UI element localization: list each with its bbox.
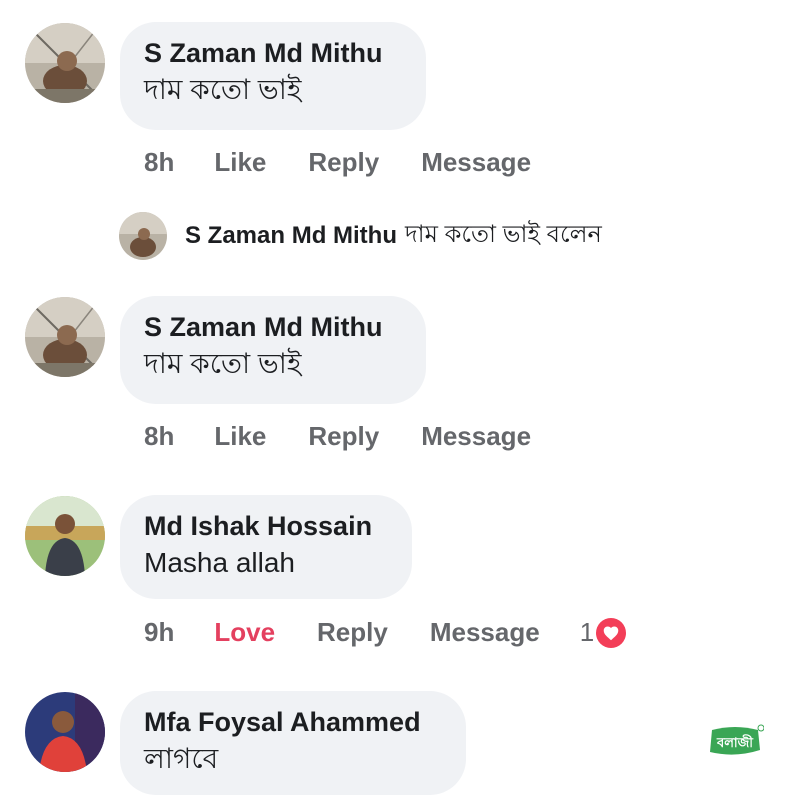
reply-text: দাম কতো ভাই বলেন xyxy=(405,221,602,248)
comment-author[interactable]: S Zaman Md Mithu xyxy=(144,36,402,70)
comment-bubble: S Zaman Md Mithu দাম কতো ভাই xyxy=(120,296,426,404)
profile-photo xyxy=(25,496,105,576)
avatar[interactable] xyxy=(25,496,105,576)
profile-photo xyxy=(25,23,105,103)
profile-photo xyxy=(25,692,105,772)
message-button[interactable]: Message xyxy=(421,147,531,178)
comment-bubble: Mfa Foysal Ahammed লাগবে xyxy=(120,691,466,795)
comment-actions: 8h Like Reply Message xyxy=(144,147,531,178)
message-button[interactable]: Message xyxy=(430,617,540,648)
comment-time[interactable]: 8h xyxy=(144,421,174,452)
profile-photo xyxy=(25,297,105,377)
comment-actions: 9h Love Reply Message 1 xyxy=(144,617,627,648)
reaction-summary[interactable]: 1 xyxy=(579,617,627,648)
like-button[interactable]: Like xyxy=(214,421,266,452)
collapsed-reply[interactable]: S Zaman Md Mithu দাম কতো ভাই বলেন xyxy=(119,212,602,260)
comment-text: Masha allah xyxy=(144,547,295,578)
avatar[interactable] xyxy=(25,297,105,377)
comment-text: দাম কতো ভাই xyxy=(144,348,302,379)
comment-bubble: Md Ishak Hossain Masha allah xyxy=(120,495,412,599)
love-button[interactable]: Love xyxy=(214,617,275,648)
comment-text: লাগবে xyxy=(144,743,219,774)
reply-button[interactable]: Reply xyxy=(308,421,379,452)
brand-logo: বলাজী xyxy=(706,724,765,758)
avatar[interactable] xyxy=(25,23,105,103)
comment-time[interactable]: 8h xyxy=(144,147,174,178)
brand-logo-text: বলাজী xyxy=(716,734,754,751)
reply-button[interactable]: Reply xyxy=(308,147,379,178)
reply-button[interactable]: Reply xyxy=(317,617,388,648)
avatar[interactable] xyxy=(119,212,167,260)
like-button[interactable]: Like xyxy=(214,147,266,178)
comment-author[interactable]: Md Ishak Hossain xyxy=(144,509,388,543)
comment-author[interactable]: Mfa Foysal Ahammed xyxy=(144,705,442,739)
message-button[interactable]: Message xyxy=(421,421,531,452)
reaction-count: 1 xyxy=(579,617,595,647)
heart-icon xyxy=(596,617,627,648)
comment-text: দাম কতো ভাই xyxy=(144,74,302,105)
comment-time[interactable]: 9h xyxy=(144,617,174,648)
profile-photo xyxy=(119,212,167,260)
reply-author[interactable]: S Zaman Md Mithu xyxy=(185,222,397,250)
comment-actions: 8h Like Reply Message xyxy=(144,421,531,452)
avatar[interactable] xyxy=(25,692,105,772)
comment-bubble: S Zaman Md Mithu দাম কতো ভাই xyxy=(120,22,426,130)
comment-author[interactable]: S Zaman Md Mithu xyxy=(144,310,402,344)
